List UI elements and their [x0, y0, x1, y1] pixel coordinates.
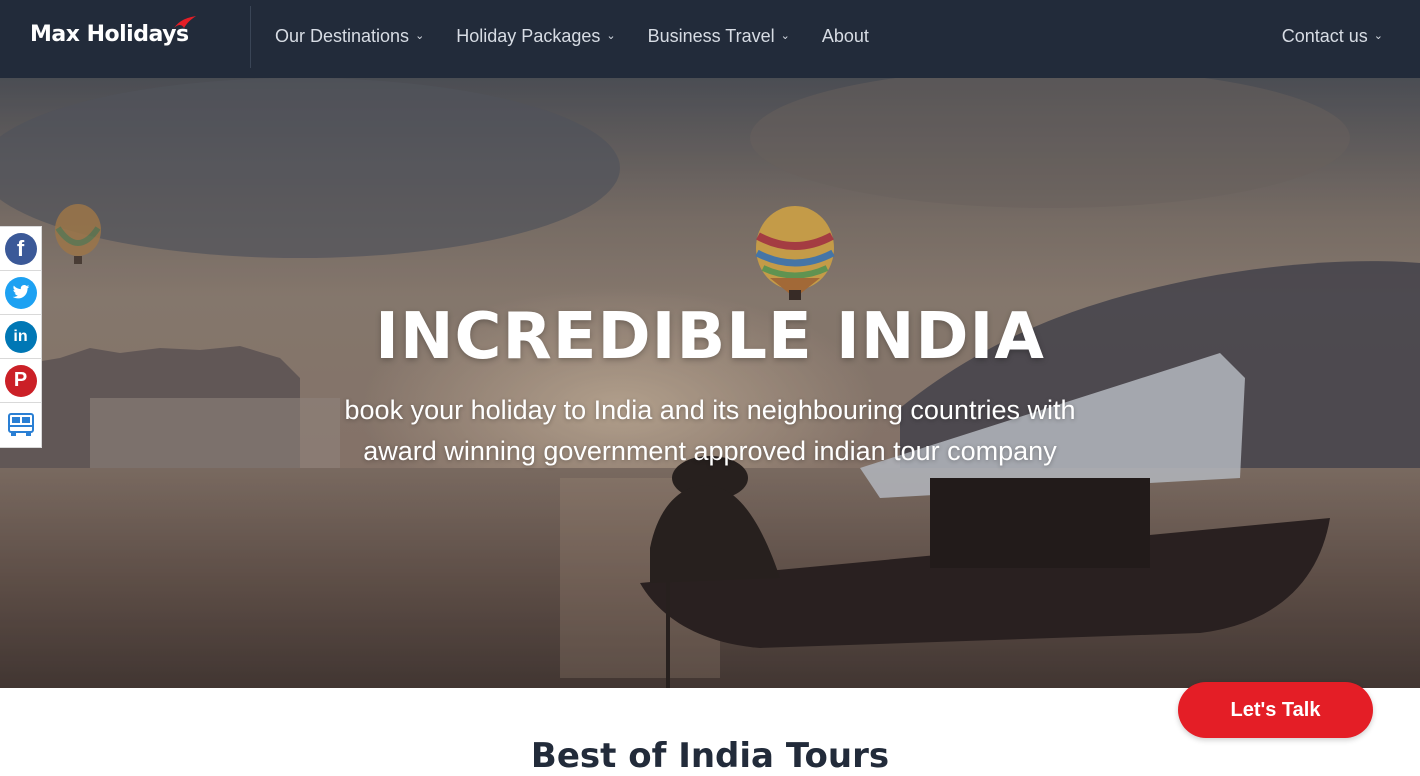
- pinterest-icon: P: [4, 364, 37, 397]
- chevron-down-icon: ⌄: [415, 29, 425, 42]
- lets-talk-button[interactable]: Let's Talk: [1178, 682, 1373, 738]
- linkedin-share[interactable]: in: [0, 315, 41, 359]
- nav-label: Contact us: [1281, 25, 1368, 46]
- hero-title: INCREDIBLE INDIA: [375, 300, 1045, 374]
- nav-label: Holiday Packages: [456, 25, 601, 46]
- bus-icon: [7, 413, 34, 436]
- top-navbar: Max Holidays Our Destinations ⌄ Holiday …: [0, 0, 1420, 78]
- nav-our-destinations[interactable]: Our Destinations ⌄: [275, 26, 424, 47]
- brand-name: Max Holidays: [30, 21, 189, 47]
- twitter-icon: [4, 276, 37, 309]
- chevron-down-icon: ⌄: [1373, 29, 1383, 42]
- pinterest-share[interactable]: P: [0, 359, 41, 403]
- nav-business-travel[interactable]: Business Travel ⌄: [648, 26, 790, 47]
- chevron-down-icon: ⌄: [780, 29, 790, 42]
- nav-contact-us[interactable]: Contact us ⌄: [1282, 26, 1383, 47]
- nav-divider: [250, 6, 251, 68]
- hero-subtitle-line1: book your holiday to India and its neigh…: [344, 395, 1076, 425]
- nav-label: Business Travel: [647, 25, 775, 46]
- twitter-share[interactable]: [0, 271, 41, 315]
- nav-contact[interactable]: Contact us ⌄: [1282, 0, 1383, 72]
- hero-subtitle-line2: award winning government approved indian…: [363, 436, 1057, 466]
- facebook-icon: f: [4, 232, 37, 265]
- hero-subtitle: book your holiday to India and its neigh…: [260, 390, 1160, 472]
- hero-overlay: [0, 78, 1420, 688]
- nav-about[interactable]: About: [822, 26, 869, 47]
- linkedin-icon: in: [4, 320, 37, 353]
- brand-logo[interactable]: Max Holidays: [30, 14, 196, 54]
- bus-link[interactable]: [0, 403, 41, 447]
- nav-label: About: [821, 25, 869, 46]
- facebook-share[interactable]: f: [0, 227, 41, 271]
- social-share-bar: f in P: [0, 226, 42, 448]
- nav-label: Our Destinations: [275, 25, 410, 46]
- hero-banner: INCREDIBLE INDIA book your holiday to In…: [0, 78, 1420, 688]
- nav-holiday-packages[interactable]: Holiday Packages ⌄: [456, 26, 615, 47]
- section-title: Best of India Tours: [530, 736, 890, 776]
- main-nav: Our Destinations ⌄ Holiday Packages ⌄ Bu…: [275, 0, 901, 72]
- bird-icon: [174, 16, 196, 28]
- chevron-down-icon: ⌄: [606, 29, 616, 42]
